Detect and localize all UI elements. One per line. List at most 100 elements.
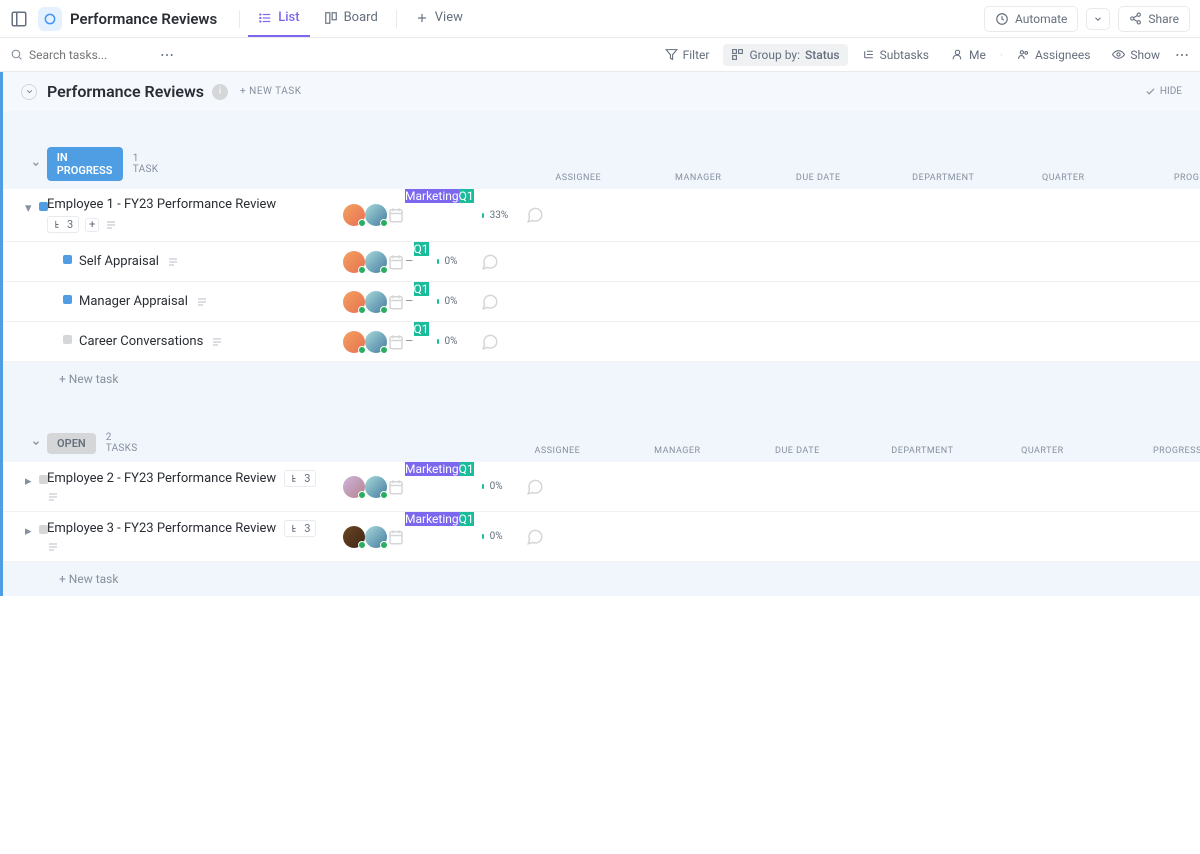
avatar[interactable] xyxy=(365,251,387,273)
manager-cell[interactable] xyxy=(365,462,387,511)
task-row[interactable]: ▸ Employee 2 - FY23 Performance Review 3… xyxy=(3,462,1200,512)
info-icon[interactable]: i xyxy=(212,84,228,100)
progress-cell[interactable]: 0% xyxy=(429,242,481,281)
due-date-cell[interactable] xyxy=(387,462,405,511)
avatar[interactable] xyxy=(343,204,365,226)
department-cell[interactable]: – xyxy=(405,282,414,321)
comments-cell[interactable] xyxy=(526,512,544,561)
quarter-cell[interactable]: Q1 xyxy=(414,242,429,256)
manager-cell[interactable] xyxy=(365,189,387,241)
new-task-button[interactable]: + NEW TASK xyxy=(240,86,301,97)
panel-toggle-icon[interactable] xyxy=(10,10,28,28)
avatar[interactable] xyxy=(365,331,387,353)
avatar[interactable] xyxy=(343,291,365,313)
manager-cell[interactable] xyxy=(365,282,387,321)
due-date-cell[interactable] xyxy=(387,242,405,281)
avatar[interactable] xyxy=(343,526,365,548)
group-collapse-toggle[interactable] xyxy=(31,437,41,449)
avatar[interactable] xyxy=(365,204,387,226)
avatar[interactable] xyxy=(343,331,365,353)
avatar[interactable] xyxy=(365,476,387,498)
automate-caret-button[interactable] xyxy=(1086,8,1110,30)
status-square[interactable] xyxy=(63,255,72,264)
due-date-cell[interactable] xyxy=(387,282,405,321)
due-date-cell[interactable] xyxy=(387,512,405,561)
manager-cell[interactable] xyxy=(365,242,387,281)
hide-button[interactable]: HIDE xyxy=(1145,86,1182,97)
subtask-count-badge[interactable]: 3 xyxy=(47,216,79,233)
progress-cell[interactable]: 33% xyxy=(474,189,526,241)
filter-button[interactable]: Filter xyxy=(657,44,718,66)
quarter-cell[interactable]: Q1 xyxy=(414,322,429,336)
progress-cell[interactable]: 0% xyxy=(474,512,526,561)
department-cell[interactable]: Marketing xyxy=(405,189,459,203)
status-chip[interactable]: IN PROGRESS xyxy=(47,147,123,181)
tab-list[interactable]: List xyxy=(248,0,309,37)
due-date-cell[interactable] xyxy=(387,322,405,361)
more-options-icon[interactable] xyxy=(1174,47,1190,63)
avatar[interactable] xyxy=(343,251,365,273)
department-cell[interactable]: Marketing xyxy=(405,462,459,476)
progress-cell[interactable]: 0% xyxy=(429,282,481,321)
assignee-cell[interactable] xyxy=(343,282,365,321)
avatar[interactable] xyxy=(365,526,387,548)
subtask-row[interactable]: Manager Appraisal – Q1 0% xyxy=(3,282,1200,322)
tab-board[interactable]: Board xyxy=(314,0,388,37)
avatar[interactable] xyxy=(343,476,365,498)
due-date-cell[interactable] xyxy=(387,189,405,241)
manager-cell[interactable] xyxy=(365,322,387,361)
task-row[interactable]: ▾ Employee 1 - FY23 Performance Review 3… xyxy=(3,189,1200,242)
avatar[interactable] xyxy=(365,291,387,313)
subtask-row[interactable]: Self Appraisal – Q1 0% xyxy=(3,242,1200,282)
task-row[interactable]: ▸ Employee 3 - FY23 Performance Review 3… xyxy=(3,512,1200,562)
quarter-cell[interactable]: Q1 xyxy=(459,189,474,203)
add-task-button[interactable]: + New task xyxy=(3,362,1200,396)
assignee-cell[interactable] xyxy=(343,189,365,241)
assignee-cell[interactable] xyxy=(343,462,365,511)
comments-cell[interactable] xyxy=(481,282,499,321)
progress-cell[interactable]: 0% xyxy=(429,322,481,361)
status-square[interactable] xyxy=(39,475,48,484)
progress-cell[interactable]: 0% xyxy=(474,462,526,511)
tab-add-view[interactable]: View xyxy=(405,0,473,37)
expand-toggle[interactable]: ▸ xyxy=(25,474,35,489)
quarter-cell[interactable]: Q1 xyxy=(414,282,429,296)
manager-cell[interactable] xyxy=(365,512,387,561)
me-button[interactable]: Me xyxy=(943,44,994,66)
add-subtask-button[interactable]: + xyxy=(85,218,99,232)
status-square[interactable] xyxy=(39,202,48,211)
subtask-row[interactable]: Career Conversations – Q1 0% xyxy=(3,322,1200,362)
subtask-count-badge[interactable]: 3 xyxy=(284,520,316,537)
department-cell[interactable]: – xyxy=(405,322,414,361)
expand-toggle[interactable]: ▾ xyxy=(25,201,35,216)
group-collapse-toggle[interactable] xyxy=(31,158,41,170)
expand-toggle[interactable]: ▸ xyxy=(25,524,35,539)
search-input[interactable] xyxy=(29,48,149,62)
department-cell[interactable]: Marketing xyxy=(405,512,459,526)
subtask-tree-icon xyxy=(290,473,301,484)
status-chip[interactable]: OPEN xyxy=(47,433,96,454)
status-square[interactable] xyxy=(63,335,72,344)
comments-cell[interactable] xyxy=(481,322,499,361)
subtask-count-badge[interactable]: 3 xyxy=(284,470,316,487)
comments-cell[interactable] xyxy=(526,462,544,511)
show-button[interactable]: Show xyxy=(1104,44,1168,66)
subtasks-button[interactable]: Subtasks xyxy=(854,44,937,66)
assignee-cell[interactable] xyxy=(343,242,365,281)
share-button[interactable]: Share xyxy=(1118,6,1190,32)
quarter-cell[interactable]: Q1 xyxy=(459,462,474,476)
comments-cell[interactable] xyxy=(481,242,499,281)
section-collapse-toggle[interactable] xyxy=(21,84,37,100)
status-square[interactable] xyxy=(63,295,72,304)
groupby-button[interactable]: Group by: Status xyxy=(723,44,847,66)
assignee-cell[interactable] xyxy=(343,322,365,361)
status-square[interactable] xyxy=(39,525,48,534)
more-icon[interactable] xyxy=(159,47,175,63)
department-cell[interactable]: – xyxy=(405,242,414,281)
assignee-cell[interactable] xyxy=(343,512,365,561)
quarter-cell[interactable]: Q1 xyxy=(459,512,474,526)
assignees-button[interactable]: Assignees xyxy=(1009,44,1098,66)
comments-cell[interactable] xyxy=(526,189,544,241)
automate-button[interactable]: Automate xyxy=(984,6,1078,32)
add-task-button[interactable]: + New task xyxy=(3,562,1200,596)
